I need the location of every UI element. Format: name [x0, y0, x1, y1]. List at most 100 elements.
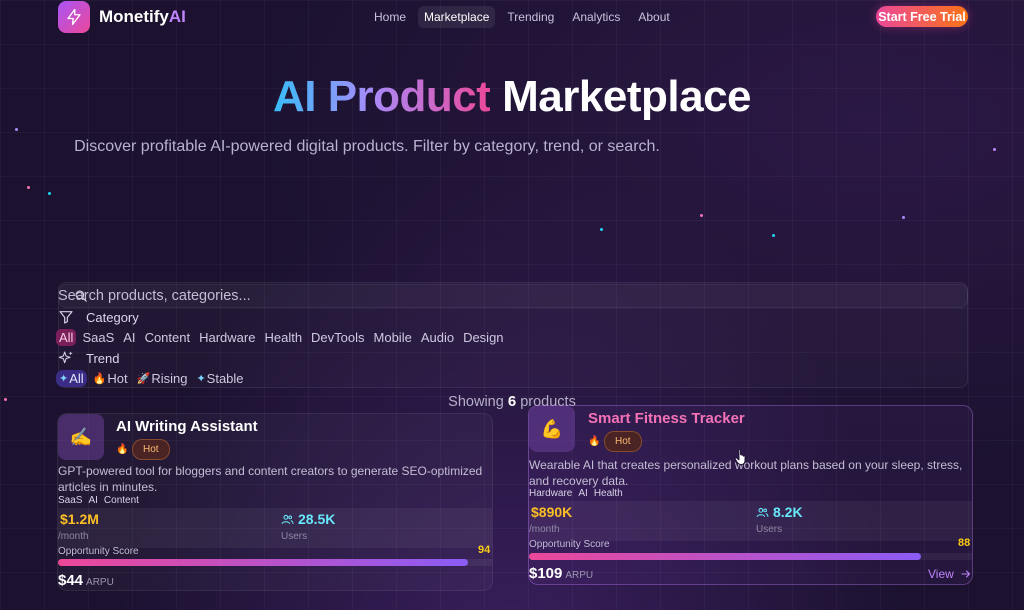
opportunity-label: Opportunity Score	[58, 546, 139, 557]
category-chip-hardware[interactable]: Hardware	[196, 329, 258, 346]
logo[interactable]	[58, 1, 90, 33]
product-title[interactable]: AI Writing Assistant	[116, 418, 258, 435]
category-chip-design[interactable]: Design	[460, 329, 506, 346]
nav-link-about[interactable]: About	[632, 6, 675, 28]
arpu-value: $109	[529, 565, 563, 582]
opportunity-score: 94	[478, 544, 491, 556]
product-card[interactable]: 💪 Smart Fitness Tracker 🔥 Hot Wearable A…	[528, 405, 973, 585]
category-chip-mobile[interactable]: Mobile	[371, 329, 415, 346]
product-tag: Health	[593, 488, 623, 499]
category-chip-all[interactable]: All	[56, 329, 77, 346]
sparkles-icon	[58, 351, 73, 364]
category-chip-ai[interactable]: AI	[120, 329, 138, 346]
product-tag: Content	[103, 495, 139, 506]
users-count: 28.5K	[298, 511, 336, 527]
top-nav: MonetifyAI Home Marketplace Trending Ana…	[0, 0, 1024, 34]
trend-chip-rising[interactable]: 🚀 Rising	[134, 370, 191, 387]
product-tag: AI	[578, 488, 588, 499]
revenue-unit: /month	[529, 524, 560, 535]
revenue-unit: /month	[58, 531, 89, 542]
flame-icon: 🔥	[588, 436, 601, 447]
particle	[48, 192, 51, 195]
product-title[interactable]: Smart Fitness Tracker	[588, 410, 745, 427]
flame-icon: 🔥	[92, 373, 107, 385]
arpu-value: $44	[58, 572, 84, 589]
opportunity-score: 88	[958, 537, 971, 549]
opportunity-bar	[529, 553, 972, 560]
arpu-label: ARPU	[86, 577, 114, 588]
trend-chip-hot[interactable]: 🔥 Hot	[90, 370, 131, 387]
hand-cursor-icon	[734, 448, 746, 465]
users-label: Users	[281, 531, 308, 542]
product-tag: SaaS	[58, 495, 83, 506]
category-chip-content[interactable]: Content	[142, 329, 194, 346]
category-chip-health[interactable]: Health	[261, 329, 305, 346]
category-chip-devtools[interactable]: DevTools	[308, 329, 367, 346]
trend-chip-label: Stable	[206, 371, 244, 386]
trend-label: Trend	[86, 351, 120, 366]
brand-suffix: AI	[168, 7, 186, 26]
arpu-label: ARPU	[565, 570, 594, 581]
sparkle-icon: ✦	[59, 373, 69, 385]
view-link[interactable]: View	[928, 567, 972, 581]
page-title: AI Product Marketplace	[0, 72, 1024, 122]
stats-band	[529, 501, 972, 541]
trend-chips: ✦ All 🔥 Hot 🚀 Rising ✦ Stable	[56, 370, 250, 387]
product-tag: Hardware	[529, 488, 573, 499]
brand-prefix: Monetify	[99, 7, 169, 26]
particle	[993, 148, 996, 151]
users-icon	[281, 514, 294, 524]
nav-link-marketplace[interactable]: Marketplace	[418, 6, 496, 28]
rocket-icon: 🚀	[136, 373, 151, 385]
revenue-value: $1.2M	[60, 511, 99, 527]
page-subtitle: Discover profitable AI-powered digital p…	[74, 138, 660, 155]
start-free-trial-button[interactable]: Start Free Trial	[876, 6, 968, 27]
arpu: $109 ARPU	[529, 565, 593, 582]
results-prefix: Showing	[448, 394, 504, 410]
arpu: $44 ARPU	[58, 572, 114, 589]
trend-badge: Hot	[604, 431, 642, 452]
product-tags: SaaS AI Content	[58, 495, 139, 506]
product-tags: Hardware AI Health	[529, 488, 623, 499]
nav-links: Home Marketplace Trending Analytics Abou…	[368, 6, 676, 28]
trend-badge: Hot	[132, 439, 170, 460]
nav-link-analytics[interactable]: Analytics	[566, 6, 626, 28]
title-gradient-part: AI Product	[272, 72, 491, 121]
stats-band	[58, 508, 492, 548]
revenue-amount: $1.2M	[60, 511, 99, 527]
lightning-icon	[67, 8, 81, 26]
product-card[interactable]: ✍️ AI Writing Assistant 🔥 Hot GPT-powere…	[57, 413, 493, 591]
category-chip-saas[interactable]: SaaS	[79, 329, 117, 346]
users-count: 8.2K	[773, 504, 803, 520]
trend-chip-all[interactable]: ✦ All	[56, 370, 87, 387]
results-number: 6	[507, 393, 517, 410]
category-chips: All SaaS AI Content Hardware Health DevT…	[56, 329, 510, 346]
trend-chip-label: Hot	[107, 371, 128, 386]
particle	[902, 216, 905, 219]
particle	[15, 128, 18, 131]
arrow-right-icon	[961, 570, 970, 578]
search-input[interactable]	[58, 286, 938, 306]
users-label: Users	[756, 524, 783, 535]
trend-chip-stable[interactable]: ✦ Stable	[193, 370, 246, 387]
users-icon	[756, 507, 769, 517]
nav-link-home[interactable]: Home	[368, 6, 412, 28]
particle	[27, 186, 30, 189]
title-plain-part: Marketplace	[502, 72, 752, 121]
opportunity-bar-fill	[529, 553, 921, 560]
users-value: 8.2K	[756, 504, 803, 520]
product-description: GPT-powered tool for bloggers and conten…	[58, 464, 483, 494]
opportunity-bar	[58, 559, 492, 566]
category-chip-audio[interactable]: Audio	[418, 329, 457, 346]
view-label: View	[928, 567, 954, 581]
product-tag: AI	[88, 495, 98, 506]
brand-name[interactable]: MonetifyAI	[99, 7, 186, 27]
flame-icon: 🔥	[116, 444, 129, 455]
particle	[772, 234, 775, 237]
particle	[600, 228, 603, 231]
nav-link-trending[interactable]: Trending	[501, 6, 560, 28]
users-value: 28.5K	[281, 511, 335, 527]
revenue-value: $890K	[531, 504, 572, 520]
opportunity-bar-fill	[58, 559, 468, 566]
product-description: Wearable AI that creates personalized wo…	[529, 458, 963, 488]
